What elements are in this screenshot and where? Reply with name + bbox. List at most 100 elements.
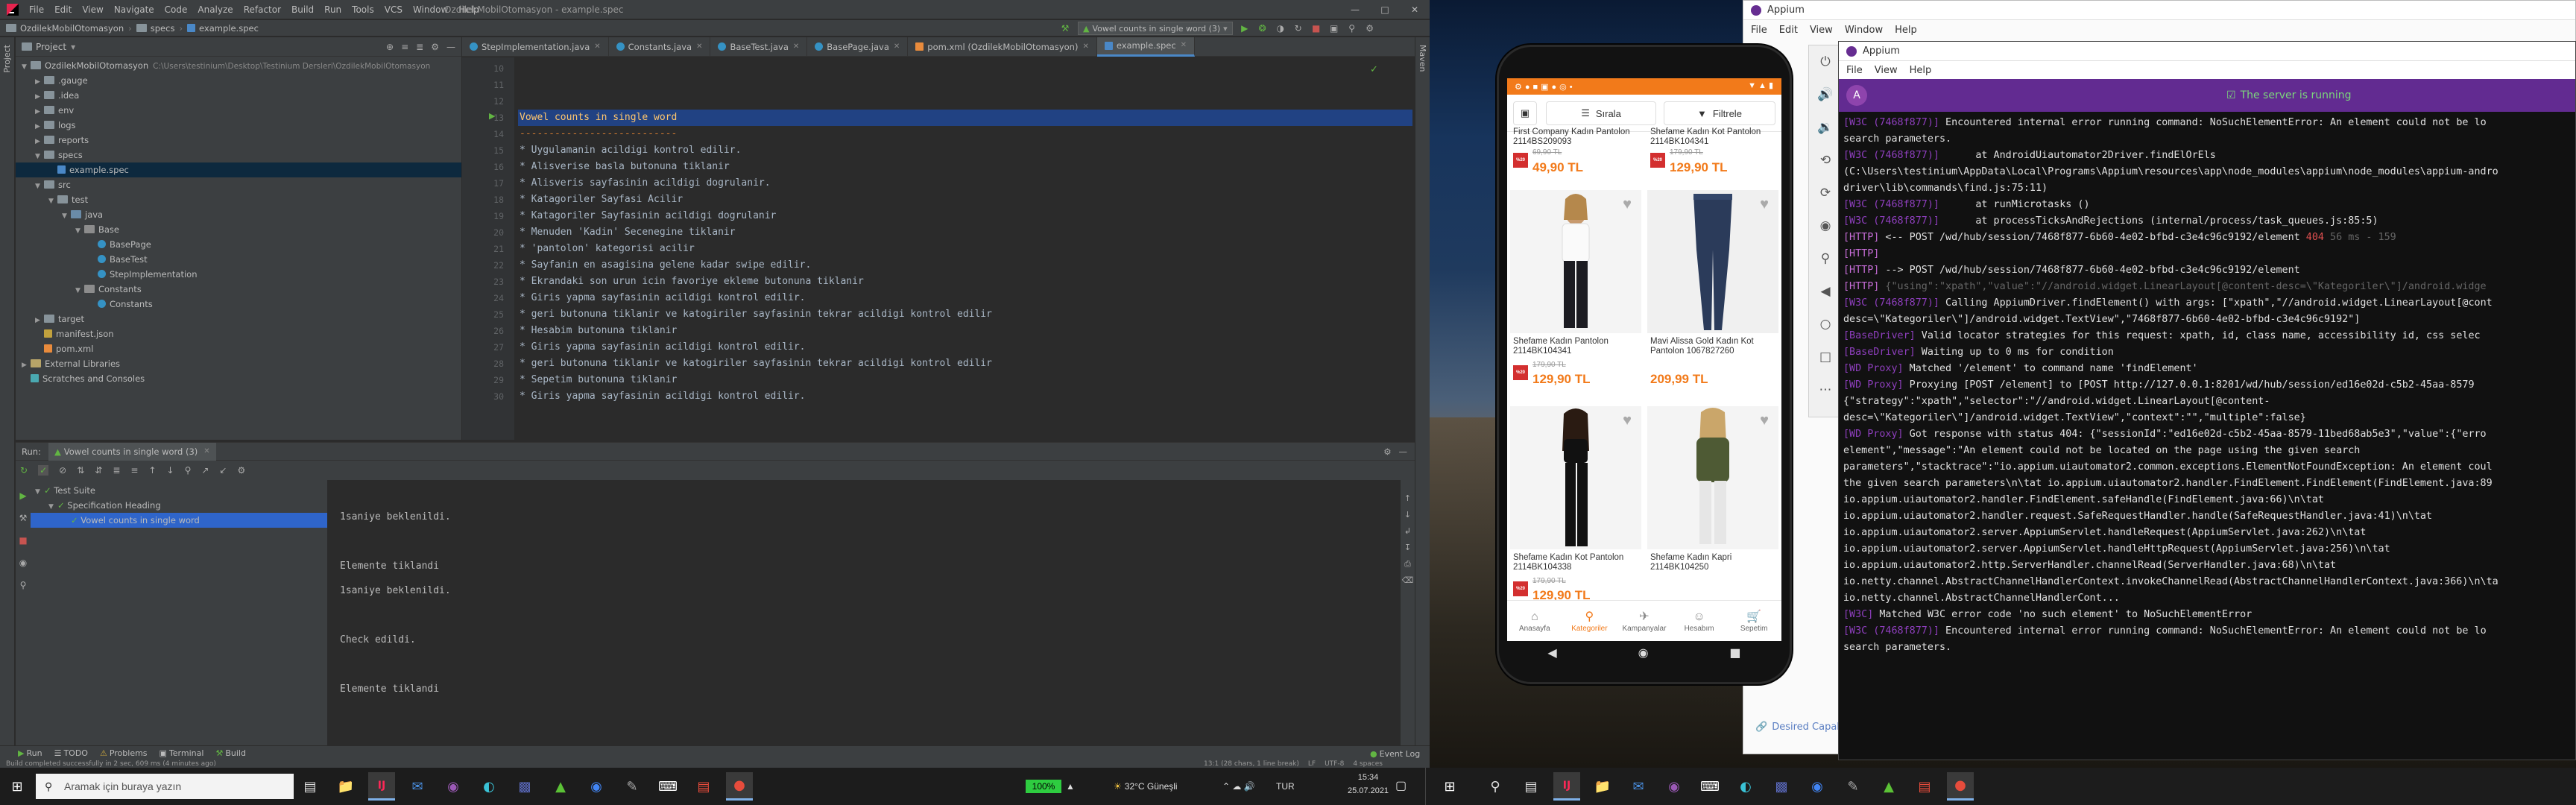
chevron-right-icon[interactable]: ▶: [35, 313, 44, 328]
chevron-down-icon[interactable]: ▼: [48, 194, 57, 209]
tab-build[interactable]: ⚒ Build: [215, 748, 246, 758]
close-icon[interactable]: ✕: [1400, 0, 1430, 19]
chevron-right-icon[interactable]: ▶: [35, 89, 44, 104]
notes-icon[interactable]: ✎: [619, 772, 645, 801]
expand-all-icon[interactable]: ≣: [416, 42, 423, 52]
tree-item[interactable]: ▼ test: [16, 192, 461, 207]
tree-item[interactable]: ▼ java: [16, 207, 461, 222]
export-icon[interactable]: ↗: [201, 465, 209, 476]
breadcrumb-file[interactable]: example.spec: [199, 23, 259, 34]
battery-indicator[interactable]: 100%: [1026, 780, 1061, 793]
appium-taskbar-icon[interactable]: ◉: [440, 772, 467, 801]
more-icon[interactable]: ⋯: [1809, 373, 1842, 406]
run-icon[interactable]: ▶: [1239, 23, 1251, 34]
search-icon[interactable]: ⚲: [1346, 23, 1358, 34]
test-tree-item[interactable]: ▼ ✓ Test Suite: [31, 483, 327, 498]
code-line[interactable]: * geri butonuna tiklanir ve katogiriler …: [518, 356, 1412, 372]
gear-icon[interactable]: ⚙: [1383, 446, 1391, 457]
code-line[interactable]: * Giris yapma sayfasinin acildigi kontro…: [518, 339, 1412, 356]
back-icon[interactable]: ◀: [1547, 645, 1556, 660]
weather-widget[interactable]: ☀ 32°C Güneşli: [1114, 768, 1178, 805]
run-tab[interactable]: ▲ Vowel counts in single word (3) ✕: [48, 442, 216, 461]
tree-item[interactable]: ▶ env: [16, 103, 461, 118]
notifications-icon[interactable]: ▢: [1395, 768, 1407, 805]
code-line[interactable]: * Hesabim butonuna tiklanir: [518, 323, 1412, 339]
trash-icon[interactable]: ⌫: [1401, 572, 1415, 589]
down-icon[interactable]: ↓: [1401, 507, 1415, 523]
menu-run[interactable]: Run: [319, 0, 347, 19]
terminal-icon[interactable]: ⌨: [1696, 772, 1723, 801]
zoom-icon[interactable]: ⚲: [1809, 242, 1842, 275]
intellij-taskbar-icon[interactable]: IJ: [368, 772, 395, 801]
chrome-icon[interactable]: ◉: [1804, 772, 1831, 801]
hammer-icon[interactable]: ⚒: [1058, 23, 1072, 34]
scroll-end-icon[interactable]: ↧: [1401, 540, 1415, 556]
tab-problems[interactable]: ⚠ Problems: [100, 748, 148, 758]
tree-item[interactable]: example.spec: [16, 162, 461, 177]
server-log[interactable]: [W3C (7468f877)] Encountered internal er…: [1839, 112, 2575, 760]
menu-help[interactable]: Help: [1910, 65, 1932, 76]
hide-icon[interactable]: —: [1399, 446, 1408, 457]
tree-item[interactable]: Scratches and Consoles: [16, 371, 461, 386]
nav-kategoriler[interactable]: ⚲ Kategoriler: [1562, 610, 1617, 633]
menu-analyze[interactable]: Analyze: [192, 0, 238, 19]
collapse-all-icon[interactable]: ≡: [401, 42, 408, 52]
search-icon[interactable]: ⚲: [1482, 772, 1509, 801]
close-tab-icon[interactable]: ✕: [894, 37, 900, 57]
grid-view-icon[interactable]: ▣: [1513, 101, 1537, 125]
chevron-down-icon[interactable]: ▼: [75, 224, 84, 239]
rotate-right-icon[interactable]: ⟳: [1809, 177, 1842, 209]
code-line[interactable]: * Katagoriler Sayfasi Acilir: [518, 192, 1412, 208]
taskbar-search-input[interactable]: ⚲ Aramak için buraya yazın: [36, 774, 294, 799]
maximize-icon[interactable]: □: [1370, 0, 1400, 19]
recents-icon[interactable]: ■: [1729, 645, 1740, 660]
pin-icon[interactable]: ⚲: [16, 574, 31, 596]
editor-tab[interactable]: example.spec ✕: [1096, 37, 1196, 57]
menu-view[interactable]: View: [1810, 25, 1833, 36]
chevron-right-icon[interactable]: ▶: [35, 119, 44, 134]
test-tree-item[interactable]: ▼ ✓ Specification Heading: [31, 498, 327, 513]
intellij-taskbar-icon[interactable]: IJ: [1553, 772, 1580, 801]
taskbar-clock[interactable]: 15:34 25.07.2021: [1348, 771, 1389, 798]
rotate-left-icon[interactable]: ⟲: [1809, 144, 1842, 177]
tree-item[interactable]: ▼ Base: [16, 222, 461, 237]
editor-tab[interactable]: StepImplementation.java ✕: [462, 37, 609, 57]
menu-tools[interactable]: Tools: [347, 0, 379, 19]
terminal-icon[interactable]: ⌨: [654, 772, 681, 801]
collapse-all-icon[interactable]: ≡: [130, 465, 138, 476]
teams-icon[interactable]: ▩: [1768, 772, 1795, 801]
volume-down-icon[interactable]: 🔉: [1809, 111, 1842, 144]
tree-item[interactable]: StepImplementation: [16, 267, 461, 282]
chrome-icon[interactable]: ◉: [583, 772, 610, 801]
appium-server-taskbar-icon[interactable]: ●: [726, 772, 753, 801]
nav-hesabım[interactable]: ☺ Hesabım: [1672, 610, 1727, 633]
code-line[interactable]: * Alisveris sayfasinin acildigi dogrulan…: [518, 175, 1412, 192]
menu-code[interactable]: Code: [160, 0, 193, 19]
notes-icon[interactable]: ✎: [1840, 772, 1866, 801]
menu-build[interactable]: Build: [286, 0, 319, 19]
tree-item[interactable]: BaseTest: [16, 252, 461, 267]
code-line[interactable]: * Uygulamanin acildigi kontrol edilir.: [518, 142, 1412, 159]
chart-app-icon[interactable]: ▤: [690, 772, 717, 801]
show-ignored-icon[interactable]: ⊘: [59, 465, 66, 476]
power-icon[interactable]: ⏻: [1809, 45, 1842, 78]
nav-sepetim[interactable]: 🛒 Sepetim: [1726, 610, 1781, 633]
sort-alpha-icon[interactable]: ⇅: [77, 465, 84, 476]
menu-view[interactable]: View: [1875, 65, 1898, 76]
hide-icon[interactable]: —: [446, 42, 455, 52]
code-line[interactable]: * 'pantolon' kategorisi acilir: [518, 241, 1412, 257]
tree-item[interactable]: ▼ OzdilekMobilOtomasyon C:\Users\testinium…: [16, 58, 461, 73]
back-icon[interactable]: ◀: [1809, 275, 1842, 308]
code-line[interactable]: * Sepetim butonuna tiklanir: [518, 372, 1412, 388]
home-icon[interactable]: ◉: [1638, 645, 1649, 660]
chevron-down-icon[interactable]: ▼: [35, 149, 44, 164]
edge-icon[interactable]: ◐: [1732, 772, 1759, 801]
filter-button[interactable]: ▼ Filtrele: [1664, 101, 1775, 125]
print-icon[interactable]: ⎙: [1401, 556, 1415, 572]
menu-vcs[interactable]: VCS: [379, 0, 408, 19]
appium-taskbar-icon[interactable]: ◉: [1661, 772, 1688, 801]
nav-kampanyalar[interactable]: ✈ Kampanyalar: [1617, 610, 1672, 633]
tree-item[interactable]: manifest.json: [16, 326, 461, 341]
chart-app-icon[interactable]: ▤: [1911, 772, 1938, 801]
file-encoding[interactable]: UTF-8: [1325, 760, 1344, 768]
